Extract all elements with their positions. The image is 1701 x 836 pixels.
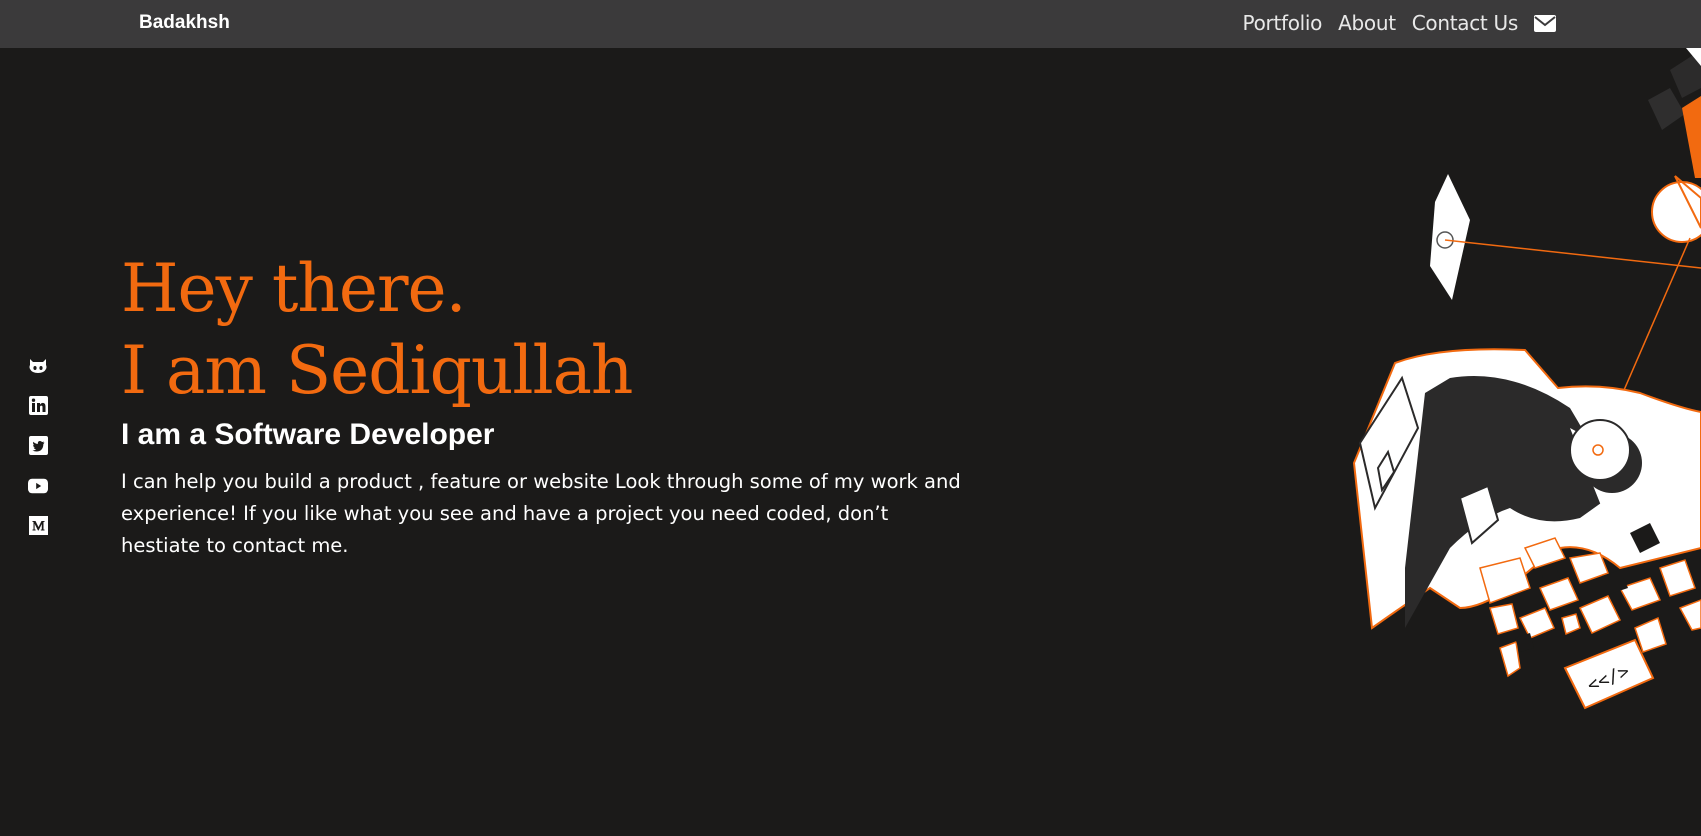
hero-description: I can help you build a product , feature… (121, 470, 961, 557)
top-navbar: Badakhsh Portfolio About Contact Us (0, 0, 1701, 48)
youtube-icon[interactable] (28, 476, 48, 495)
nav-link-contact-us[interactable]: Contact Us (1412, 11, 1519, 35)
developer-illustration: <</> (1340, 48, 1701, 718)
brand-logo-link[interactable]: Badakhsh (139, 12, 230, 34)
hero-heading: Hey there. I am Sediqullah (121, 248, 981, 412)
nav-link-about[interactable]: About (1338, 11, 1396, 35)
github-icon[interactable] (28, 356, 48, 375)
hero-name: I am Sediqullah (121, 332, 633, 409)
hero-subtitle: I am a Software Developer (121, 418, 495, 451)
linkedin-icon[interactable] (28, 396, 48, 415)
nav-link-portfolio[interactable]: Portfolio (1243, 11, 1323, 35)
medium-icon[interactable] (28, 516, 48, 535)
social-links (28, 356, 48, 535)
hero-greeting: Hey there. (121, 250, 467, 327)
nav-links: Portfolio About Contact Us (1243, 11, 1556, 35)
hero-section: Hey there. I am Sediqullah I am a Softwa… (121, 248, 981, 562)
twitter-icon[interactable] (28, 436, 48, 455)
envelope-icon[interactable] (1534, 14, 1556, 32)
